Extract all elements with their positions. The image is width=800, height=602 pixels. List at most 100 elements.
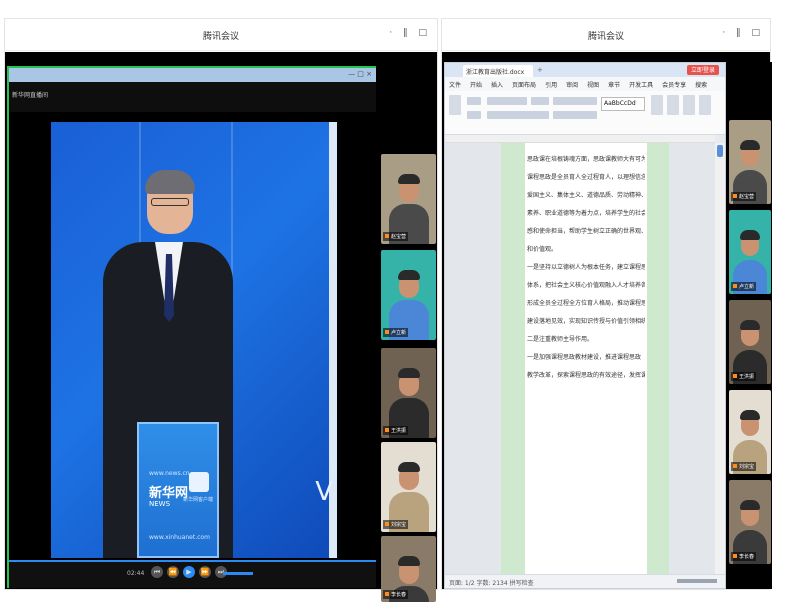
window-controls[interactable]: · ‖ □ — [389, 28, 431, 38]
mic-icon — [385, 592, 389, 596]
participant-tile[interactable]: 刘宗宝 — [729, 390, 771, 474]
doc-paragraph: 爱国主义、集体主义、道德品质、劳动精神、文化 — [527, 192, 645, 199]
find-replace-icon[interactable] — [667, 95, 679, 115]
play-button[interactable]: ▶ — [183, 566, 195, 578]
menu-item-chapter[interactable]: 章节 — [608, 80, 620, 89]
window-controls[interactable]: · ‖ □ — [722, 28, 764, 38]
style-pane-icon[interactable] — [651, 95, 663, 115]
doc-paragraph: 一是加强课程思政教材建设，推进课程思政 — [527, 354, 642, 361]
podium-url: www.news.cn — [149, 470, 190, 477]
participant-name: 刘宗宝 — [383, 520, 409, 529]
participant-name: 王洪振 — [731, 372, 757, 381]
font-family-select[interactable] — [487, 97, 527, 105]
participant-tile[interactable]: 李长春 — [381, 536, 436, 602]
login-button[interactable]: 立即登录 — [686, 65, 719, 75]
participant-hair — [740, 500, 760, 510]
participant-hair — [740, 140, 760, 150]
doc-paragraph: 教学改革，探索课程思政的有效途径，发挥课程育 — [527, 372, 645, 379]
doc-paragraph: 体系，把社会主义核心价值观融入人才培养各环节， — [527, 282, 645, 289]
menu-item-view[interactable]: 视图 — [587, 80, 599, 89]
participant-hair — [740, 410, 760, 420]
doc-paragraph: 课程思政是全员育人全过程育人，以理想信念、 — [527, 174, 645, 181]
player-window-controls[interactable]: — □ × — [348, 70, 372, 78]
skip-back-button[interactable]: ⏮ — [151, 566, 163, 578]
menu-item-home[interactable]: 开始 — [470, 80, 482, 89]
participant-column: 赵宝营 卢立新 王洪振 刘宗宝 李长春 — [379, 66, 437, 602]
menu-item-references[interactable]: 引用 — [545, 80, 557, 89]
doc-status-bar: 页面: 1/2 字数: 2134 拼写检查 — [445, 574, 725, 588]
copy-icon[interactable] — [467, 111, 481, 119]
participant-name: 赵宝营 — [731, 192, 757, 201]
participant-tile[interactable]: 王洪振 — [729, 300, 771, 384]
zoom-slider[interactable] — [677, 579, 717, 583]
menu-item-insert[interactable]: 插入 — [491, 80, 503, 89]
doc-paragraph: 形成全员全过程全方位育人格局，推动课程思政 — [527, 300, 645, 307]
select-icon[interactable] — [683, 95, 695, 115]
format-brush-icon[interactable] — [699, 95, 711, 115]
rewind-button[interactable]: ⏪ — [167, 566, 179, 578]
participant-hair — [740, 320, 760, 330]
podium-tag: NEWS — [149, 500, 171, 508]
doc-tab-strip: 浙江教育出版社.docx + 立即登录 — [445, 63, 725, 77]
fast-forward-button[interactable]: ⏩ — [199, 566, 211, 578]
doc-paragraph: 建设落地见效，实现知识传授与价值引领相统一。 — [527, 318, 645, 325]
style-gallery[interactable]: AaBbCcDd — [601, 97, 645, 111]
mic-icon — [733, 284, 737, 288]
menu-item-developer[interactable]: 开发工具 — [629, 80, 653, 89]
news-podium: www.news.cn 新华网 NEWS 新华网客户端 www.xinhuane… — [137, 422, 219, 558]
mic-icon — [385, 428, 389, 432]
doc-paragraph: 二是注重教师主导作用。 — [527, 336, 594, 343]
mic-icon — [733, 194, 737, 198]
doc-tab[interactable]: 浙江教育出版社.docx — [463, 65, 533, 77]
participant-hair — [398, 556, 420, 566]
mic-icon — [385, 234, 389, 238]
scrollbar-thumb[interactable] — [717, 145, 723, 157]
participant-tile[interactable]: 赵宝营 — [729, 120, 771, 204]
participant-hair — [398, 174, 420, 184]
window-title: 腾讯会议 — [202, 32, 239, 42]
paste-icon[interactable] — [449, 95, 461, 115]
mic-icon — [385, 522, 389, 526]
doc-paragraph: 感和使命担当，帮助学生树立正确的世界观、人生观 — [527, 228, 645, 235]
playback-time: 02:44 — [127, 570, 145, 577]
participant-hair — [398, 270, 420, 280]
align-icons[interactable] — [553, 111, 597, 119]
participant-name: 王洪振 — [383, 426, 409, 435]
menu-item-layout[interactable]: 页面布局 — [512, 80, 536, 89]
vertical-scrollbar[interactable] — [715, 143, 725, 574]
horizontal-ruler — [445, 135, 715, 143]
text-format-icons[interactable] — [487, 111, 549, 119]
document-page[interactable]: 思政课在培根铸魂方面，思政课教师大有可为。 课程思政是全员育人全过程育人，以理想… — [501, 143, 669, 574]
doc-canvas: 思政课在培根铸魂方面，思政课教师大有可为。 课程思政是全员育人全过程育人，以理想… — [445, 143, 715, 574]
shared-screen-video[interactable]: — □ × 新华网直播间 V www.news.cn 新华网 NEWS 新华网客… — [7, 66, 376, 588]
meeting-body: 浙江教育出版社.docx + 立即登录 文件 开始 插入 页面布局 引用 审阅 … — [442, 52, 772, 589]
participant-tile[interactable]: 卢立新 — [729, 210, 771, 294]
participant-tile[interactable]: 卢立新 — [381, 250, 436, 340]
doc-ribbon: AaBbCcDd — [445, 91, 725, 135]
participant-tile[interactable]: 王洪振 — [381, 348, 436, 438]
menu-item-member[interactable]: 会员专享 — [662, 80, 686, 89]
document-body[interactable]: 思政课在培根铸魂方面，思政课教师大有可为。 课程思政是全员育人全过程育人，以理想… — [527, 151, 645, 574]
volume-slider[interactable] — [223, 572, 253, 575]
font-size-select[interactable] — [531, 97, 549, 105]
participant-name: 卢立新 — [731, 282, 757, 291]
participant-name: 卢立新 — [383, 328, 409, 337]
participant-tile[interactable]: 赵宝营 — [381, 154, 436, 244]
participant-hair — [398, 462, 420, 472]
participant-name: 刘宗宝 — [731, 462, 757, 471]
doc-paragraph: 和价值观。 — [527, 246, 558, 253]
paragraph-icons[interactable] — [553, 97, 597, 105]
menu-item-search[interactable]: 搜索 — [695, 80, 707, 89]
mic-icon — [733, 554, 737, 558]
title-bar: 腾讯会议 · ‖ □ — [442, 19, 770, 51]
cut-icon[interactable] — [467, 97, 481, 105]
menu-item-file[interactable]: 文件 — [449, 80, 461, 89]
menu-item-review[interactable]: 审阅 — [566, 80, 578, 89]
participant-column: 赵宝营 卢立新 王洪振 刘宗宝 李长春 — [728, 62, 772, 589]
participant-tile[interactable]: 刘宗宝 — [381, 442, 436, 532]
seek-bar[interactable] — [9, 560, 376, 562]
new-tab-button[interactable]: + — [537, 66, 543, 74]
shared-document-window: 浙江教育出版社.docx + 立即登录 文件 开始 插入 页面布局 引用 审阅 … — [444, 62, 726, 589]
participant-tile[interactable]: 李长春 — [729, 480, 771, 564]
meeting-window-left: 腾讯会议 · ‖ □ — □ × 新华网直播间 V www.news.cn 新华… — [4, 18, 438, 602]
